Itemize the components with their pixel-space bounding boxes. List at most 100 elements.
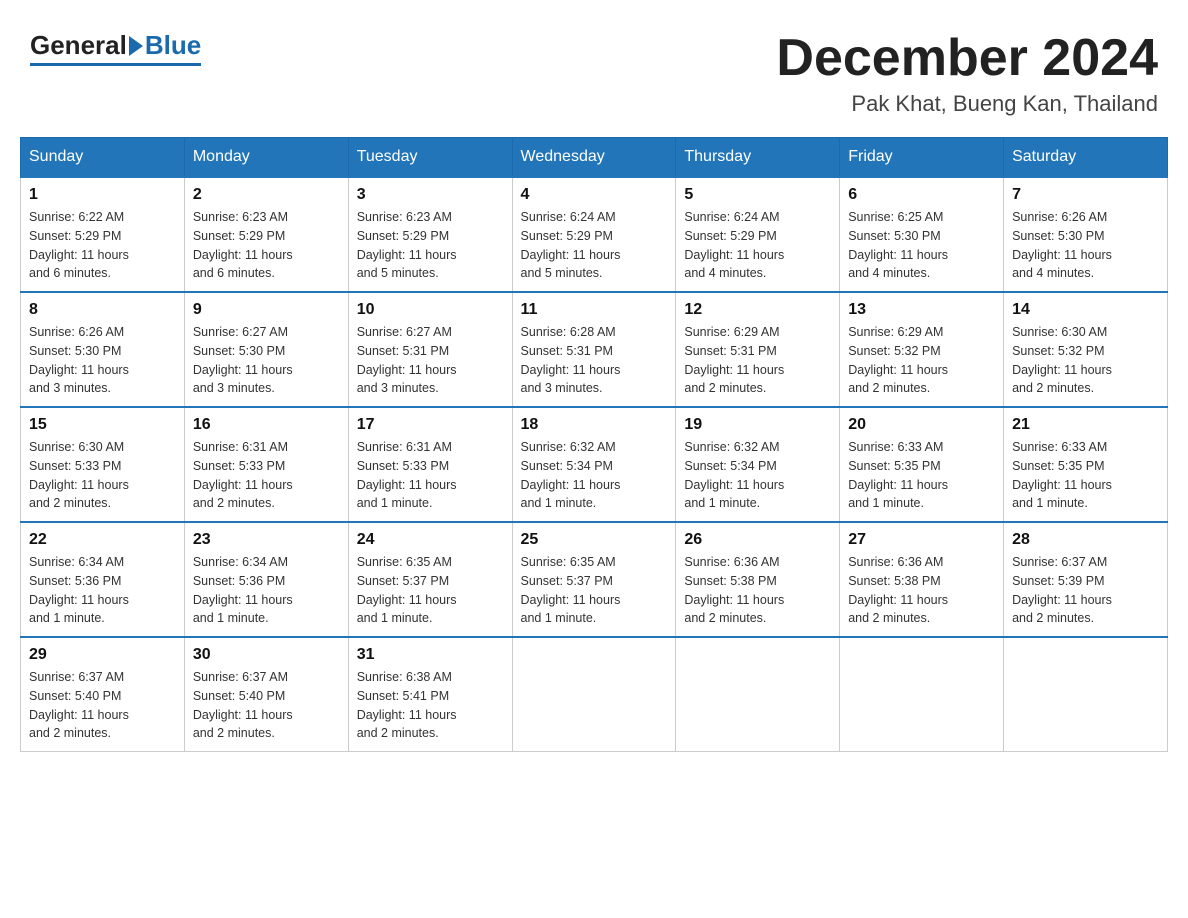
day-number: 14 bbox=[1012, 301, 1159, 319]
day-info: Sunrise: 6:33 AM Sunset: 5:35 PM Dayligh… bbox=[848, 438, 995, 513]
day-info: Sunrise: 6:36 AM Sunset: 5:38 PM Dayligh… bbox=[848, 553, 995, 628]
day-number: 3 bbox=[357, 186, 504, 204]
day-info: Sunrise: 6:29 AM Sunset: 5:32 PM Dayligh… bbox=[848, 323, 995, 398]
day-info: Sunrise: 6:24 AM Sunset: 5:29 PM Dayligh… bbox=[521, 208, 668, 283]
month-title: December 2024 bbox=[776, 30, 1158, 87]
calendar-cell: 18 Sunrise: 6:32 AM Sunset: 5:34 PM Dayl… bbox=[512, 407, 676, 522]
day-info: Sunrise: 6:31 AM Sunset: 5:33 PM Dayligh… bbox=[357, 438, 504, 513]
day-info: Sunrise: 6:27 AM Sunset: 5:30 PM Dayligh… bbox=[193, 323, 340, 398]
logo: General Blue bbox=[30, 30, 201, 66]
page-header: General Blue December 2024 Pak Khat, Bue… bbox=[20, 20, 1168, 117]
col-saturday: Saturday bbox=[1004, 138, 1168, 178]
calendar-cell: 30 Sunrise: 6:37 AM Sunset: 5:40 PM Dayl… bbox=[184, 637, 348, 752]
col-sunday: Sunday bbox=[21, 138, 185, 178]
day-number: 26 bbox=[684, 531, 831, 549]
logo-arrow-icon bbox=[129, 36, 143, 56]
day-info: Sunrise: 6:30 AM Sunset: 5:33 PM Dayligh… bbox=[29, 438, 176, 513]
calendar-cell bbox=[512, 637, 676, 752]
calendar-cell: 6 Sunrise: 6:25 AM Sunset: 5:30 PM Dayli… bbox=[840, 177, 1004, 292]
day-number: 29 bbox=[29, 646, 176, 664]
day-info: Sunrise: 6:23 AM Sunset: 5:29 PM Dayligh… bbox=[357, 208, 504, 283]
col-monday: Monday bbox=[184, 138, 348, 178]
calendar-cell: 27 Sunrise: 6:36 AM Sunset: 5:38 PM Dayl… bbox=[840, 522, 1004, 637]
calendar-cell: 17 Sunrise: 6:31 AM Sunset: 5:33 PM Dayl… bbox=[348, 407, 512, 522]
day-number: 4 bbox=[521, 186, 668, 204]
calendar-cell: 22 Sunrise: 6:34 AM Sunset: 5:36 PM Dayl… bbox=[21, 522, 185, 637]
day-info: Sunrise: 6:38 AM Sunset: 5:41 PM Dayligh… bbox=[357, 668, 504, 743]
calendar-cell: 21 Sunrise: 6:33 AM Sunset: 5:35 PM Dayl… bbox=[1004, 407, 1168, 522]
calendar-week-row-1: 1 Sunrise: 6:22 AM Sunset: 5:29 PM Dayli… bbox=[21, 177, 1168, 292]
day-number: 31 bbox=[357, 646, 504, 664]
calendar-cell: 12 Sunrise: 6:29 AM Sunset: 5:31 PM Dayl… bbox=[676, 292, 840, 407]
calendar-cell: 23 Sunrise: 6:34 AM Sunset: 5:36 PM Dayl… bbox=[184, 522, 348, 637]
day-number: 27 bbox=[848, 531, 995, 549]
day-info: Sunrise: 6:25 AM Sunset: 5:30 PM Dayligh… bbox=[848, 208, 995, 283]
logo-blue-text: Blue bbox=[145, 30, 201, 61]
day-info: Sunrise: 6:28 AM Sunset: 5:31 PM Dayligh… bbox=[521, 323, 668, 398]
calendar-header-row: Sunday Monday Tuesday Wednesday Thursday… bbox=[21, 138, 1168, 178]
title-area: December 2024 Pak Khat, Bueng Kan, Thail… bbox=[776, 30, 1158, 117]
day-info: Sunrise: 6:36 AM Sunset: 5:38 PM Dayligh… bbox=[684, 553, 831, 628]
logo-general-text: General bbox=[30, 30, 127, 61]
day-number: 18 bbox=[521, 416, 668, 434]
calendar-cell: 5 Sunrise: 6:24 AM Sunset: 5:29 PM Dayli… bbox=[676, 177, 840, 292]
day-number: 2 bbox=[193, 186, 340, 204]
col-tuesday: Tuesday bbox=[348, 138, 512, 178]
calendar-cell: 13 Sunrise: 6:29 AM Sunset: 5:32 PM Dayl… bbox=[840, 292, 1004, 407]
day-number: 6 bbox=[848, 186, 995, 204]
calendar-cell: 24 Sunrise: 6:35 AM Sunset: 5:37 PM Dayl… bbox=[348, 522, 512, 637]
calendar-cell: 29 Sunrise: 6:37 AM Sunset: 5:40 PM Dayl… bbox=[21, 637, 185, 752]
calendar-cell: 8 Sunrise: 6:26 AM Sunset: 5:30 PM Dayli… bbox=[21, 292, 185, 407]
calendar-week-row-4: 22 Sunrise: 6:34 AM Sunset: 5:36 PM Dayl… bbox=[21, 522, 1168, 637]
calendar-cell: 9 Sunrise: 6:27 AM Sunset: 5:30 PM Dayli… bbox=[184, 292, 348, 407]
calendar-cell bbox=[1004, 637, 1168, 752]
day-number: 28 bbox=[1012, 531, 1159, 549]
calendar-cell: 20 Sunrise: 6:33 AM Sunset: 5:35 PM Dayl… bbox=[840, 407, 1004, 522]
day-number: 19 bbox=[684, 416, 831, 434]
day-info: Sunrise: 6:35 AM Sunset: 5:37 PM Dayligh… bbox=[521, 553, 668, 628]
calendar-cell: 3 Sunrise: 6:23 AM Sunset: 5:29 PM Dayli… bbox=[348, 177, 512, 292]
calendar-cell: 19 Sunrise: 6:32 AM Sunset: 5:34 PM Dayl… bbox=[676, 407, 840, 522]
col-wednesday: Wednesday bbox=[512, 138, 676, 178]
calendar-cell bbox=[840, 637, 1004, 752]
location-title: Pak Khat, Bueng Kan, Thailand bbox=[776, 91, 1158, 117]
day-number: 10 bbox=[357, 301, 504, 319]
calendar-cell: 16 Sunrise: 6:31 AM Sunset: 5:33 PM Dayl… bbox=[184, 407, 348, 522]
day-info: Sunrise: 6:26 AM Sunset: 5:30 PM Dayligh… bbox=[1012, 208, 1159, 283]
calendar-cell: 11 Sunrise: 6:28 AM Sunset: 5:31 PM Dayl… bbox=[512, 292, 676, 407]
calendar-week-row-3: 15 Sunrise: 6:30 AM Sunset: 5:33 PM Dayl… bbox=[21, 407, 1168, 522]
day-info: Sunrise: 6:35 AM Sunset: 5:37 PM Dayligh… bbox=[357, 553, 504, 628]
calendar-table: Sunday Monday Tuesday Wednesday Thursday… bbox=[20, 137, 1168, 752]
calendar-cell: 2 Sunrise: 6:23 AM Sunset: 5:29 PM Dayli… bbox=[184, 177, 348, 292]
day-info: Sunrise: 6:37 AM Sunset: 5:40 PM Dayligh… bbox=[29, 668, 176, 743]
day-number: 22 bbox=[29, 531, 176, 549]
col-friday: Friday bbox=[840, 138, 1004, 178]
calendar-cell: 7 Sunrise: 6:26 AM Sunset: 5:30 PM Dayli… bbox=[1004, 177, 1168, 292]
day-info: Sunrise: 6:26 AM Sunset: 5:30 PM Dayligh… bbox=[29, 323, 176, 398]
calendar-cell: 4 Sunrise: 6:24 AM Sunset: 5:29 PM Dayli… bbox=[512, 177, 676, 292]
day-number: 11 bbox=[521, 301, 668, 319]
calendar-cell: 10 Sunrise: 6:27 AM Sunset: 5:31 PM Dayl… bbox=[348, 292, 512, 407]
day-number: 15 bbox=[29, 416, 176, 434]
calendar-cell: 1 Sunrise: 6:22 AM Sunset: 5:29 PM Dayli… bbox=[21, 177, 185, 292]
day-number: 30 bbox=[193, 646, 340, 664]
calendar-cell: 25 Sunrise: 6:35 AM Sunset: 5:37 PM Dayl… bbox=[512, 522, 676, 637]
calendar-week-row-2: 8 Sunrise: 6:26 AM Sunset: 5:30 PM Dayli… bbox=[21, 292, 1168, 407]
day-number: 8 bbox=[29, 301, 176, 319]
day-info: Sunrise: 6:34 AM Sunset: 5:36 PM Dayligh… bbox=[193, 553, 340, 628]
day-info: Sunrise: 6:29 AM Sunset: 5:31 PM Dayligh… bbox=[684, 323, 831, 398]
col-thursday: Thursday bbox=[676, 138, 840, 178]
calendar-cell: 15 Sunrise: 6:30 AM Sunset: 5:33 PM Dayl… bbox=[21, 407, 185, 522]
day-info: Sunrise: 6:32 AM Sunset: 5:34 PM Dayligh… bbox=[521, 438, 668, 513]
day-number: 21 bbox=[1012, 416, 1159, 434]
day-number: 13 bbox=[848, 301, 995, 319]
logo-underline bbox=[30, 63, 201, 66]
calendar-cell bbox=[676, 637, 840, 752]
day-number: 17 bbox=[357, 416, 504, 434]
day-number: 20 bbox=[848, 416, 995, 434]
day-info: Sunrise: 6:22 AM Sunset: 5:29 PM Dayligh… bbox=[29, 208, 176, 283]
calendar-cell: 28 Sunrise: 6:37 AM Sunset: 5:39 PM Dayl… bbox=[1004, 522, 1168, 637]
day-number: 25 bbox=[521, 531, 668, 549]
calendar-cell: 31 Sunrise: 6:38 AM Sunset: 5:41 PM Dayl… bbox=[348, 637, 512, 752]
day-info: Sunrise: 6:27 AM Sunset: 5:31 PM Dayligh… bbox=[357, 323, 504, 398]
